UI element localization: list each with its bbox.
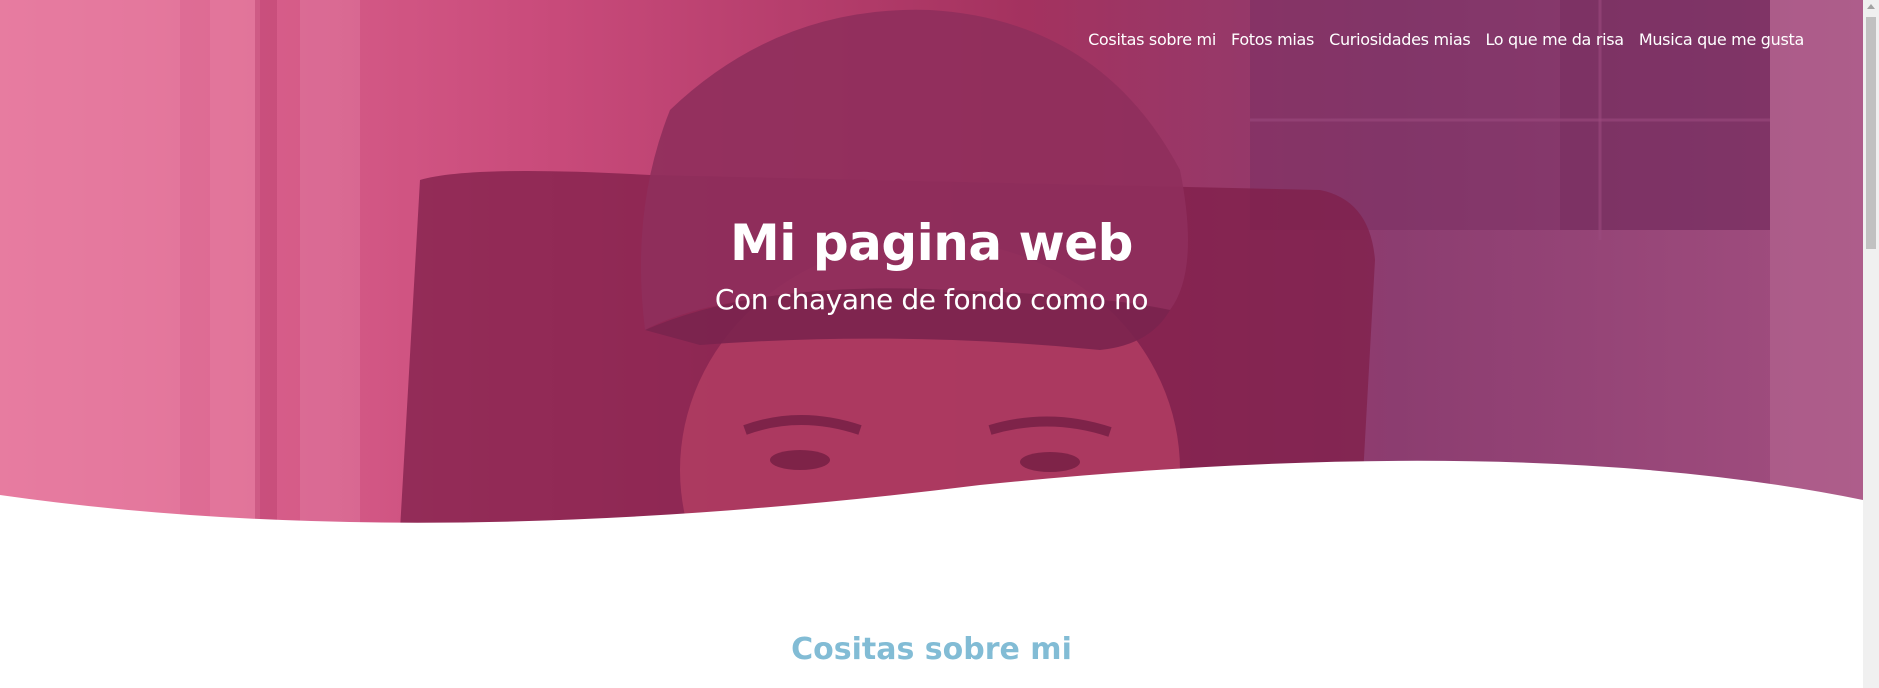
scrollbar-thumb[interactable]	[1866, 17, 1876, 249]
hero-wave-divider	[0, 460, 1863, 545]
page: Cositas sobre mi Fotos mias Curiosidades…	[0, 0, 1879, 688]
nav-link-cositas-sobre-mi[interactable]: Cositas sobre mi	[1088, 28, 1216, 52]
hero-header: Cositas sobre mi Fotos mias Curiosidades…	[0, 0, 1863, 530]
scroll-up-arrow-icon[interactable]	[1867, 4, 1875, 9]
hero-title: Mi pagina web	[730, 214, 1133, 272]
nav-link-lo-que-me-da-risa[interactable]: Lo que me da risa	[1485, 28, 1624, 52]
nav-link-musica-que-me-gusta[interactable]: Musica que me gusta	[1639, 28, 1804, 52]
hero-subtitle: Con chayane de fondo como no	[714, 283, 1149, 316]
vertical-scrollbar[interactable]	[1863, 0, 1879, 688]
nav-link-fotos-mias[interactable]: Fotos mias	[1231, 28, 1314, 52]
main-nav: Cositas sobre mi Fotos mias Curiosidades…	[1088, 28, 1804, 52]
nav-link-curiosidades-mias[interactable]: Curiosidades mias	[1329, 28, 1471, 52]
section-title-cositas-sobre-mi: Cositas sobre mi	[791, 632, 1072, 667]
